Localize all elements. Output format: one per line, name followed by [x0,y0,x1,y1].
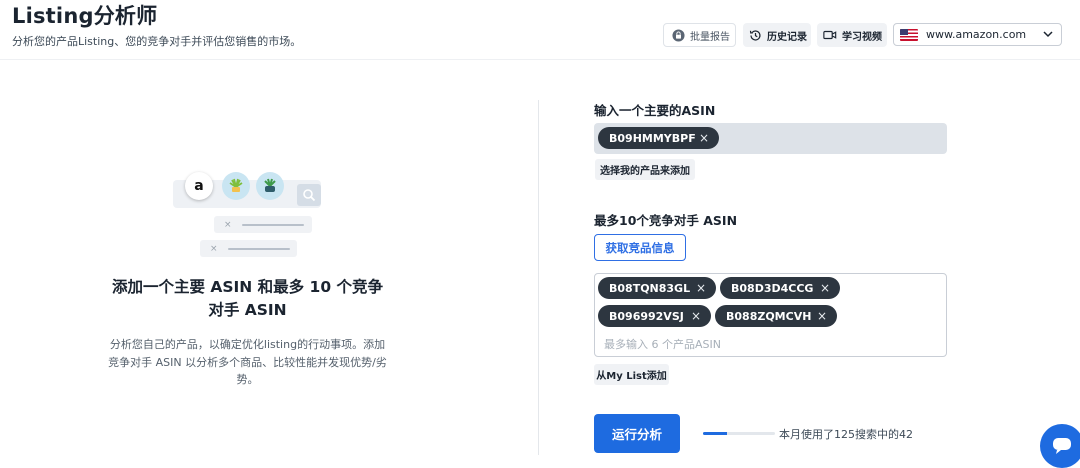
competitor-asin-input[interactable]: B08TQN83GL × B08D3D4CCG × B096992VSJ × B… [594,273,947,357]
usage-progress-fill [703,432,728,435]
close-icon[interactable]: × [817,309,827,323]
asin-chip-label: B096992VSJ [609,309,684,323]
product-plant-icon [222,172,250,200]
amazon-logo-glyph: a [194,178,204,194]
close-icon: × [224,219,232,230]
fetch-competitors-button[interactable]: 获取竞品信息 [594,234,686,261]
close-icon[interactable]: × [699,131,709,145]
chevron-down-icon [1042,28,1054,43]
product-plant-icon [256,172,284,200]
video-button[interactable]: 学习视频 [817,23,887,47]
close-icon: × [210,243,218,254]
empty-state-title: 添加一个主要 ASIN 和最多 10 个竞争对手 ASIN [111,278,384,319]
history-label: 历史记录 [767,31,807,43]
video-icon [823,29,837,41]
usage-progress-bar [703,432,775,435]
add-from-mylist-button[interactable]: 从My List添加 [594,364,669,385]
asin-chip: B08TQN83GL × [598,277,716,299]
batch-report-label: 批量报告 [690,31,730,43]
video-label: 学习视频 [842,31,882,43]
asin-chip-label: B08D3D4CCG [731,281,814,295]
asin-chip: B08D3D4CCG × [720,277,840,299]
close-icon[interactable]: × [820,281,830,295]
close-icon[interactable]: × [696,281,706,295]
close-icon[interactable]: × [691,309,701,323]
illustration-row: × [214,216,312,233]
asin-chip: B096992VSJ × [598,305,711,327]
page-subtitle: 分析您的产品Listing、您的竞争对手并评估您销售的市场。 [12,35,302,48]
row-line [241,223,304,226]
illustration-row: × [200,240,297,257]
panel-divider [538,100,539,455]
marketplace-value: www.amazon.com [926,28,1027,41]
marketplace-select[interactable]: www.amazon.com [893,23,1062,46]
asin-chip-label: B088ZQMCVH [726,309,812,323]
main-asin-input[interactable]: B09HMMYBPF × [594,123,947,154]
competitor-asin-label: 最多10个竞争对手 ASIN [594,213,738,228]
us-flag-icon [900,28,918,41]
run-analysis-button[interactable]: 运行分析 [594,414,680,453]
asin-chip: B088ZQMCVH × [715,305,837,327]
amazon-logo-icon: a [185,172,213,200]
asin-chip: B09HMMYBPF × [598,127,719,149]
row-line [227,247,290,250]
select-my-products-button[interactable]: 选择我的产品来添加 [595,159,695,180]
search-icon [297,184,321,206]
usage-text: 本月使用了125搜索中的42 [779,428,913,441]
empty-state-description: 分析您自己的产品，以确定优化listing的行动事项。添加竞争对手 ASIN 以… [108,338,387,386]
main-asin-label: 输入一个主要的ASIN [594,103,716,118]
page-title: Listing分析师 [12,4,158,28]
header-divider [0,59,1080,60]
lock-icon [672,28,685,42]
chat-icon[interactable] [1040,424,1080,468]
history-icon [749,29,762,42]
asin-chip-label: B09HMMYBPF [609,131,696,145]
asin-chip-label: B08TQN83GL [609,281,691,295]
batch-report-button[interactable]: 批量报告 [663,23,736,47]
history-button[interactable]: 历史记录 [743,23,811,47]
competitor-input-placeholder[interactable]: 最多输入 6 个产品ASIN [604,336,721,352]
